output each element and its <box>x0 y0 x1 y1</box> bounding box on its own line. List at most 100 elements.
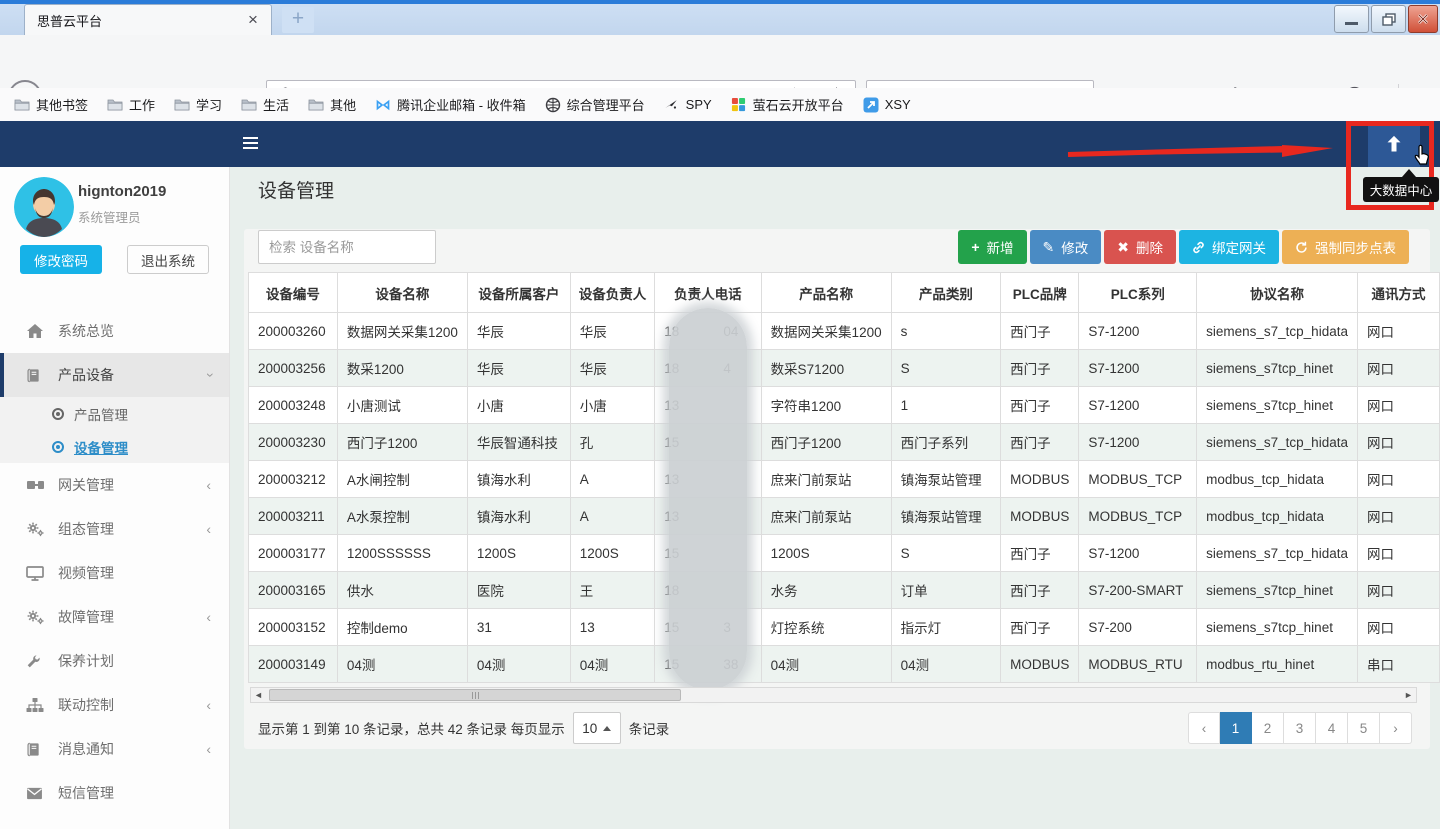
bookmark-item[interactable]: 萤石云开放平台 <box>731 95 844 114</box>
sidebar-item-1[interactable]: 产品设备‹ <box>0 353 229 397</box>
circle-dot-icon <box>52 408 64 420</box>
table-row[interactable]: 200003152控制demo3113153灯控系统指示灯西门子S7-200si… <box>249 609 1440 646</box>
big-data-center-button[interactable] <box>1368 121 1420 167</box>
bookmark-label: 其他 <box>330 95 356 114</box>
browser-tab[interactable]: 思普云平台 × <box>24 4 272 35</box>
bookmark-label: SPY <box>686 97 712 112</box>
firefox-window: 思普云平台 × + <box>0 0 1440 829</box>
cell-customer: 31 <box>467 609 570 646</box>
change-password-button[interactable]: 修改密码 <box>20 245 102 274</box>
sidebar-collapse-icon[interactable] <box>243 137 258 152</box>
logout-button[interactable]: 退出系统 <box>127 245 209 274</box>
sidebar-item-8[interactable]: 消息通知‹ <box>0 727 229 771</box>
web-page: hignton2019 系统管理员 修改密码 退出系统 系统总览产品设备‹产品管… <box>0 121 1440 829</box>
table-row[interactable]: 20000314904测04测04测153804测04测MODBUSMODBUS… <box>249 646 1440 683</box>
action-button-2[interactable]: ✖删除 <box>1104 230 1176 264</box>
bookmark-label: 综合管理平台 <box>567 95 645 114</box>
bookmark-item[interactable]: 学习 <box>174 95 222 114</box>
table-row[interactable]: 200003211A水泵控制镇海水利A13庶来门前泵站镇海泵站管理MODBUSM… <box>249 498 1440 535</box>
page-size-select[interactable]: 10 <box>573 712 621 744</box>
cell-product: 字符串1200 <box>761 387 891 424</box>
scrollbar-thumb[interactable] <box>269 689 681 701</box>
new-tab-button[interactable]: + <box>282 7 314 33</box>
action-button-0[interactable]: +新增 <box>958 230 1026 264</box>
bookmark-item[interactable]: XSY <box>863 97 911 113</box>
scroll-left-arrow[interactable]: ◄ <box>251 688 266 702</box>
page-button-2[interactable]: 2 <box>1252 712 1284 744</box>
cell-owner: A <box>570 498 655 535</box>
scroll-right-arrow[interactable]: ► <box>1401 688 1416 702</box>
folder-icon <box>107 97 123 113</box>
bookmark-item[interactable]: SPY <box>664 97 712 113</box>
horizontal-scrollbar[interactable]: ◄ ► <box>250 687 1417 703</box>
cell-product: 04测 <box>761 646 891 683</box>
sidebar-item-5[interactable]: 故障管理‹ <box>0 595 229 639</box>
cell-plc_series: S7-200 <box>1079 609 1197 646</box>
bookmark-item[interactable]: 腾讯企业邮箱 - 收件箱 <box>375 95 526 114</box>
sidebar-item-0[interactable]: 系统总览 <box>0 309 229 353</box>
avatar[interactable] <box>14 177 74 237</box>
bookmark-item[interactable]: 生活 <box>241 95 289 114</box>
cell-category: 镇海泵站管理 <box>891 498 1000 535</box>
action-button-label: 删除 <box>1136 237 1163 257</box>
scrollbar-track[interactable] <box>266 688 1401 702</box>
cell-plc_brand: 西门子 <box>1001 535 1079 572</box>
window-minimize-button[interactable] <box>1334 5 1369 33</box>
chevron-down-icon: ‹ <box>201 373 217 378</box>
bookmark-label: 学习 <box>196 95 222 114</box>
cell-plc_series: S7-1200 <box>1079 387 1197 424</box>
sidebar-item-9[interactable]: 短信管理 <box>0 771 229 815</box>
bookmark-item[interactable]: 综合管理平台 <box>545 95 645 114</box>
table-row[interactable]: 200003165供水医院王18水务订单西门子S7-200-SMARTsieme… <box>249 572 1440 609</box>
privacy-blur-overlay <box>669 308 747 690</box>
sidebar-item-7[interactable]: 联动控制‹ <box>0 683 229 727</box>
sidebar-item-label: 组态管理 <box>58 519 114 539</box>
window-close-button[interactable] <box>1408 5 1438 33</box>
action-button-3[interactable]: 绑定网关 <box>1179 230 1279 264</box>
bookmark-item[interactable]: 工作 <box>107 95 155 114</box>
table-row[interactable]: 200003248小唐测试小唐小唐13字符串12001西门子S7-1200sie… <box>249 387 1440 424</box>
cell-name: 西门子1200 <box>337 424 467 461</box>
col-header-id: 设备编号 <box>249 273 338 313</box>
page-prev-button[interactable]: ‹ <box>1188 712 1220 744</box>
cell-id: 200003212 <box>249 461 338 498</box>
sidebar-item-3[interactable]: 组态管理‹ <box>0 507 229 551</box>
table-row[interactable]: 200003260数据网关采集1200华辰华辰1804数据网关采集1200s西门… <box>249 313 1440 350</box>
sidebar-item-label: 视频管理 <box>58 563 114 583</box>
table-row[interactable]: 200003212A水闸控制镇海水利A13庶来门前泵站镇海泵站管理MODBUSM… <box>249 461 1440 498</box>
sidebar-item-4[interactable]: 视频管理 <box>0 551 229 595</box>
cell-plc_series: MODBUS_RTU <box>1079 646 1197 683</box>
cell-customer: 华辰智通科技 <box>467 424 570 461</box>
action-button-1[interactable]: ✎修改 <box>1030 230 1102 264</box>
page-button-5[interactable]: 5 <box>1348 712 1380 744</box>
action-button-label: 强制同步点表 <box>1315 237 1396 257</box>
sidebar-item-label: 联动控制 <box>58 695 114 715</box>
action-button-label: 新增 <box>987 237 1014 257</box>
sidebar-subitem-0[interactable]: 产品管理 <box>0 397 229 430</box>
sidebar-item-2[interactable]: 网关管理‹ <box>0 463 229 507</box>
table-row[interactable]: 2000031771200SSSSSS1200S1200S151200SS西门子… <box>249 535 1440 572</box>
table-row[interactable]: 200003256数采1200华辰华辰184数采S71200S西门子S7-120… <box>249 350 1440 387</box>
page-button-4[interactable]: 4 <box>1316 712 1348 744</box>
cell-protocol: siemens_s7tcp_hinet <box>1197 387 1358 424</box>
device-search-input[interactable] <box>258 230 436 264</box>
bookmark-label: 腾讯企业邮箱 - 收件箱 <box>397 95 526 114</box>
page-next-button[interactable]: › <box>1380 712 1412 744</box>
sidebar-subitem-1[interactable]: 设备管理 <box>0 430 229 463</box>
bookmark-item[interactable]: 其他 <box>308 95 356 114</box>
link-icon <box>1192 241 1205 254</box>
page-button-1[interactable]: 1 <box>1220 712 1252 744</box>
sidebar-item-6[interactable]: 保养计划 <box>0 639 229 683</box>
cell-name: 04测 <box>337 646 467 683</box>
arrow-up-icon <box>1384 134 1404 154</box>
table-row[interactable]: 200003230西门子1200华辰智通科技孔15西门子1200西门子系列西门子… <box>249 424 1440 461</box>
cell-owner: 华辰 <box>570 350 655 387</box>
tab-close-icon[interactable]: × <box>243 10 263 30</box>
cell-plc_brand: MODBUS <box>1001 646 1079 683</box>
window-restore-button[interactable] <box>1371 5 1406 33</box>
cell-customer: 华辰 <box>467 350 570 387</box>
bookmark-item[interactable]: 其他书签 <box>14 95 88 114</box>
cell-name: A水泵控制 <box>337 498 467 535</box>
page-button-3[interactable]: 3 <box>1284 712 1316 744</box>
action-button-4[interactable]: 强制同步点表 <box>1282 230 1409 264</box>
